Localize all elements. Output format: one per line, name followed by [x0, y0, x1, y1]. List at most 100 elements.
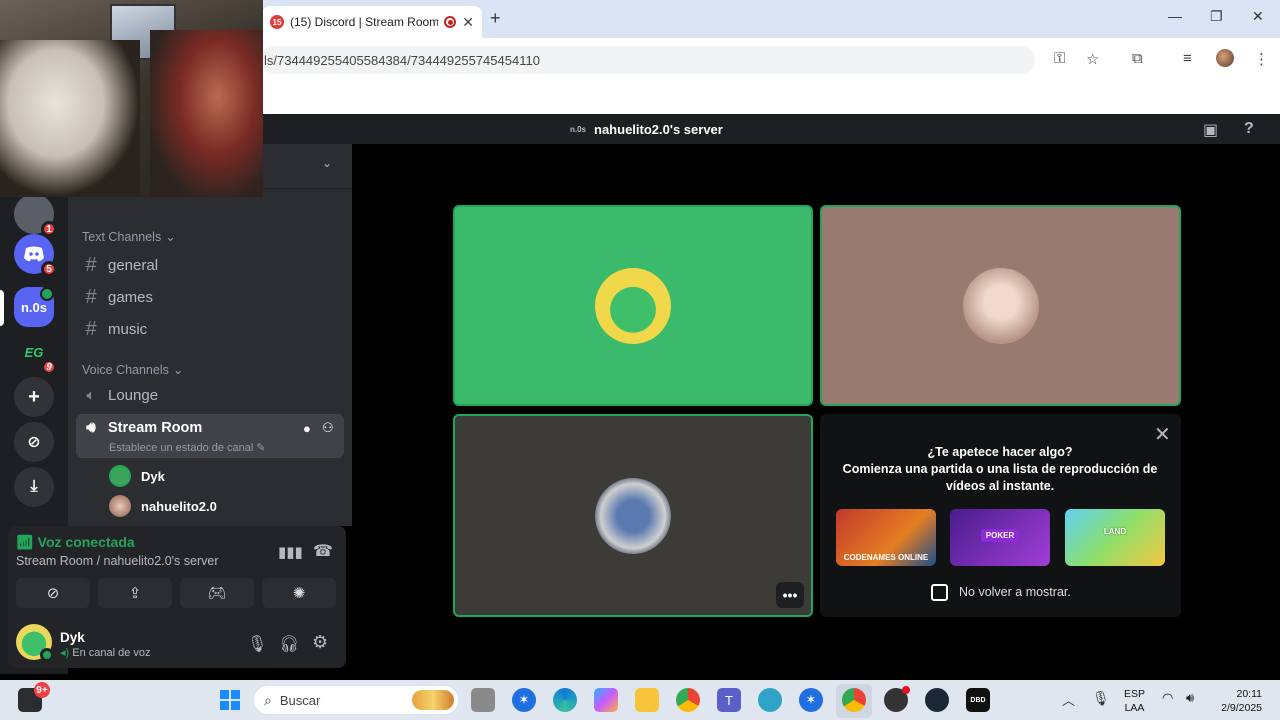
text-channels-category[interactable]: Text Channels ⌄ — [82, 229, 176, 245]
tray-chevron-icon[interactable]: ︿ — [1062, 690, 1075, 709]
game-land[interactable]: LAND — [1065, 509, 1165, 566]
speaker-icon: 🔈︎ — [86, 387, 96, 404]
server-title: n.0s nahuelito2.0's server — [570, 122, 723, 137]
language-indicator[interactable]: ESP LAA — [1124, 687, 1145, 715]
bookmark-star-icon[interactable]: ☆ — [1086, 50, 1099, 68]
chevron-down-icon: ⌄ — [172, 363, 184, 377]
noise-suppression-icon[interactable]: ▮▮▮ — [278, 543, 303, 561]
voice-member[interactable]: Dyk — [109, 465, 165, 487]
search-icon: ⌕ — [264, 691, 272, 708]
voice-status[interactable]: 📶︎ Voz conectada — [16, 534, 135, 551]
chrome-icon[interactable] — [676, 688, 700, 712]
more-options-icon[interactable]: ••• — [776, 582, 804, 608]
camera-off-button[interactable]: ⊘ — [16, 578, 90, 608]
microphone-tray-icon[interactable]: 🎙︎ — [1092, 690, 1110, 707]
obs-icon[interactable] — [884, 686, 910, 712]
voice-location[interactable]: Stream Room / nahuelito2.0's server — [16, 554, 218, 568]
notif-badge: 9+ — [34, 682, 50, 698]
app-icon[interactable]: ✶ — [799, 688, 823, 712]
game-poker[interactable]: POKER — [950, 509, 1050, 566]
headphones-icon[interactable]: 🎧︎ — [279, 634, 299, 654]
teams-icon[interactable]: T — [717, 688, 741, 712]
browser-tab[interactable]: 15 (15) Discord | Stream Room ✕ — [262, 6, 482, 38]
profile-avatar[interactable] — [1216, 49, 1234, 67]
media-control-icon[interactable]: ≡ — [1183, 50, 1192, 67]
channel-general[interactable]: # general — [82, 254, 158, 277]
guild-abbr: n.0s — [20, 299, 47, 315]
selected-indicator — [0, 290, 4, 326]
hash-icon: # — [85, 318, 97, 340]
channel-music[interactable]: # music — [82, 318, 147, 341]
person-image — [150, 30, 263, 197]
activity-title: ¿Te apetece hacer algo? — [927, 445, 1073, 459]
video-tile-guest[interactable] — [453, 414, 813, 617]
discover-compass-icon[interactable]: ⊘ — [14, 422, 54, 462]
dont-show-checkbox[interactable] — [931, 584, 948, 601]
avatar — [109, 495, 131, 517]
activities-button[interactable]: 🎮︎ — [180, 578, 254, 608]
avatar — [595, 267, 671, 344]
close-window-icon[interactable]: ✕ — [1252, 8, 1264, 25]
clock[interactable]: 20:11 2/9/2025 — [1212, 687, 1262, 715]
recording-icon — [444, 16, 457, 28]
game-codenames[interactable]: CODENAMES ONLINE — [836, 509, 936, 566]
recording-dot — [902, 686, 910, 694]
discord-logo-icon — [24, 246, 44, 262]
volume-icon[interactable]: 🔊︎ — [1186, 690, 1194, 706]
video-tile-nahuelito[interactable] — [820, 205, 1181, 406]
maximize-icon[interactable]: ❐ — [1210, 8, 1223, 25]
disconnect-icon[interactable]: ☎ — [313, 541, 333, 561]
guild-badge: 9 — [41, 359, 57, 375]
tab-close-icon[interactable]: ✕ — [462, 14, 474, 31]
browser-menu-icon[interactable]: ⋮ — [1254, 50, 1269, 68]
inbox-icon[interactable]: ▣ — [1203, 120, 1218, 140]
extensions-icon[interactable]: ⧉ — [1132, 50, 1143, 67]
task-view-icon[interactable] — [471, 688, 495, 712]
app-icon[interactable]: ✶ — [512, 688, 536, 712]
channel-lounge[interactable]: 🔈︎ Lounge — [82, 387, 158, 404]
file-explorer-icon[interactable] — [635, 688, 659, 712]
channel-status[interactable]: Establece un estado de canal ✎ — [109, 441, 266, 454]
guild-avatar-1[interactable]: 1 — [14, 194, 57, 237]
chrome-icon[interactable] — [842, 688, 866, 712]
edge-icon[interactable] — [553, 688, 577, 712]
download-icon[interactable]: ⤓ — [14, 467, 54, 507]
chat-bubble-icon[interactable]: ● — [303, 421, 311, 436]
new-tab-button[interactable]: + — [490, 8, 501, 29]
app-icon[interactable]: DBD — [966, 688, 990, 712]
url-field[interactable]: ls/734449255405584384/734449255745454110 — [260, 46, 1035, 74]
steam-icon[interactable] — [925, 688, 949, 712]
tab-title: (15) Discord | Stream Room — [290, 15, 439, 29]
hash-icon: # — [85, 254, 97, 276]
microphone-icon[interactable]: 🎙︎ — [247, 634, 267, 654]
discord-favicon-icon: 15 — [270, 15, 284, 29]
taskbar-search[interactable]: ⌕ Buscar — [254, 686, 458, 714]
wifi-icon[interactable]: ◠ — [1162, 690, 1173, 706]
dont-show-label: No volver a mostrar. — [959, 585, 1071, 599]
guild-n0s[interactable]: n.0s — [14, 287, 54, 327]
activity-subtitle: Comienza una partida o una lista de repr… — [842, 462, 1158, 493]
soundboard-button[interactable]: ✺ — [262, 578, 336, 608]
invite-user-icon[interactable]: ⚇ — [322, 420, 334, 436]
copilot-icon[interactable] — [594, 688, 618, 712]
password-key-icon[interactable]: ⚿ — [1054, 50, 1065, 67]
guild-discord[interactable]: 5 — [14, 234, 57, 277]
app-icon[interactable] — [758, 688, 782, 712]
start-button[interactable] — [218, 688, 242, 712]
notification-app-icon[interactable]: 9+ — [18, 682, 50, 712]
screen-share-button[interactable]: ⇪ — [98, 578, 172, 608]
search-highlight-image — [412, 690, 454, 710]
avatar — [109, 465, 131, 487]
guild-eg[interactable]: EG 9 — [14, 332, 57, 375]
server-menu-chevron-icon[interactable]: ⌄ — [322, 156, 332, 170]
video-tile-dyk[interactable] — [453, 205, 813, 406]
settings-gear-icon[interactable]: ⚙ — [312, 632, 328, 653]
voice-member[interactable]: nahuelito2.0 — [109, 495, 217, 517]
help-icon[interactable]: ? — [1244, 120, 1254, 138]
minimize-icon[interactable]: — — [1168, 8, 1182, 24]
channel-games[interactable]: # games — [82, 286, 153, 309]
avatar — [962, 267, 1039, 344]
add-server-icon[interactable]: + — [14, 377, 54, 417]
voice-channels-category[interactable]: Voice Channels ⌄ — [82, 362, 184, 378]
user-status: ◂) En canal de voz — [60, 647, 151, 659]
